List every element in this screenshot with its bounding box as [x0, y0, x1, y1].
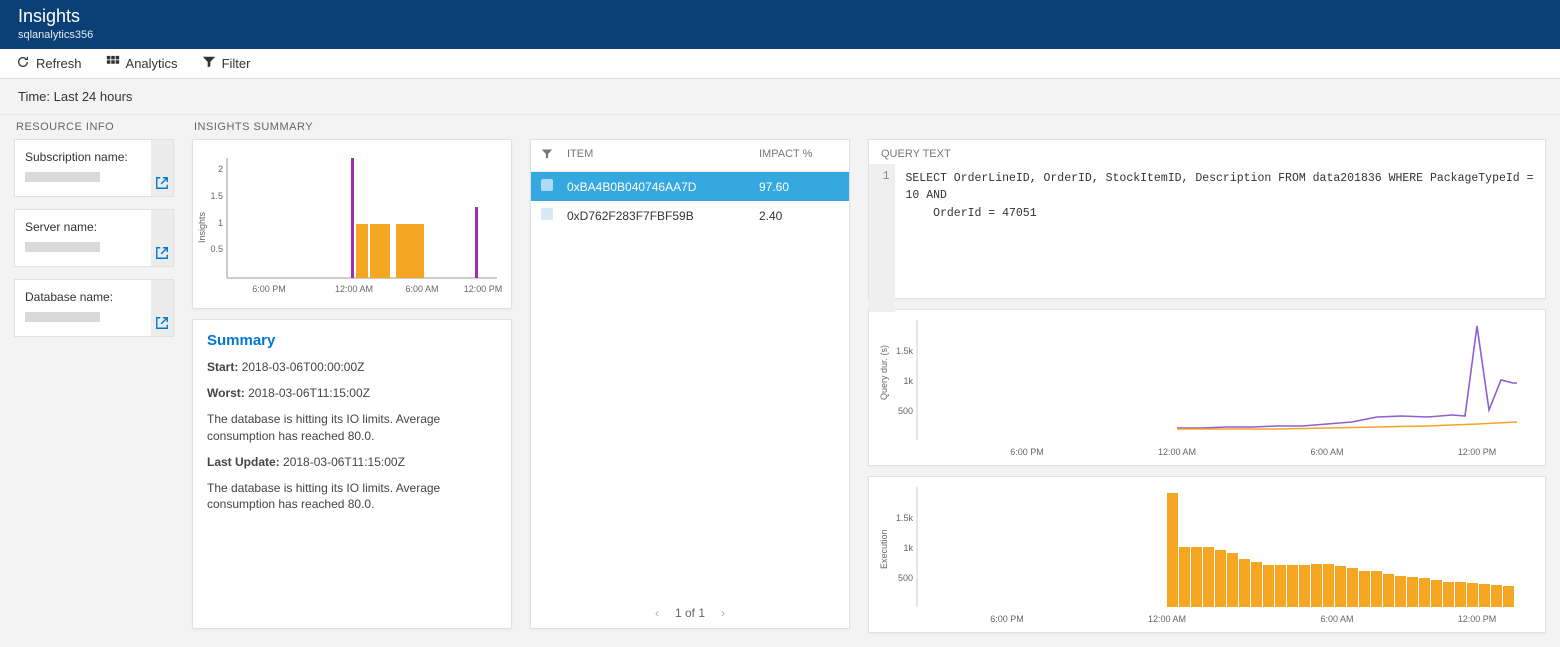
svg-text:12:00 PM: 12:00 PM	[1458, 447, 1497, 457]
refresh-label: Refresh	[36, 56, 82, 71]
insights-mini-chart: Insights 0.5 1 1.5 2 6:00 PM 12:00 AM 6:…	[192, 139, 512, 309]
popout-icon	[155, 316, 169, 330]
row-impact: 2.40	[759, 209, 839, 223]
list-row[interactable]: 0xBA4B0B040746AA7D 97.60	[531, 172, 849, 201]
lastupdate-key: Last Update:	[207, 455, 280, 469]
page-title: Insights	[18, 6, 1542, 27]
analytics-button[interactable]: Analytics	[106, 55, 178, 72]
svg-text:Insights: Insights	[197, 211, 207, 243]
page-subtitle: sqlanalytics356	[18, 29, 1542, 41]
svg-text:1.5k: 1.5k	[896, 346, 914, 356]
server-label: Server name:	[25, 220, 149, 234]
summary-card: Summary Start: 2018-03-06T00:00:00Z Wors…	[192, 319, 512, 629]
row-impact: 97.60	[759, 180, 839, 194]
row-status-icon	[541, 179, 553, 191]
subscription-card: Subscription name:	[14, 139, 174, 197]
filter-icon	[202, 55, 216, 72]
col-impact-header[interactable]: IMPACT %	[759, 148, 839, 163]
subscription-popout-button[interactable]	[151, 140, 173, 196]
start-key: Start:	[207, 360, 238, 374]
page-header: Insights sqlanalytics356	[0, 0, 1560, 49]
code-gutter: 1	[869, 164, 895, 312]
svg-text:1.5: 1.5	[210, 191, 223, 201]
list-header: ITEM IMPACT %	[531, 140, 849, 172]
database-value-redacted	[25, 312, 100, 322]
filter-label: Filter	[222, 56, 251, 71]
database-popout-button[interactable]	[151, 280, 173, 336]
svg-text:12:00 PM: 12:00 PM	[464, 284, 503, 294]
svg-text:0.5: 0.5	[210, 244, 223, 254]
server-card: Server name:	[14, 209, 174, 267]
svg-text:500: 500	[898, 406, 913, 416]
summary-body-1: The database is hitting its IO limits. A…	[207, 411, 497, 443]
server-popout-button[interactable]	[151, 210, 173, 266]
database-label: Database name:	[25, 290, 149, 304]
svg-text:6:00 PM: 6:00 PM	[252, 284, 286, 294]
toolbar: Refresh Analytics Filter	[0, 49, 1560, 79]
svg-text:2: 2	[218, 164, 223, 174]
svg-text:Execution: Execution	[879, 529, 889, 569]
filter-icon[interactable]	[541, 151, 553, 163]
worst-value: 2018-03-06T11:15:00Z	[248, 386, 370, 400]
worst-key: Worst:	[207, 386, 245, 400]
svg-text:1k: 1k	[903, 543, 913, 553]
svg-text:6:00 PM: 6:00 PM	[1010, 447, 1044, 457]
svg-text:1.5k: 1.5k	[896, 513, 914, 523]
start-value: 2018-03-06T00:00:00Z	[242, 360, 365, 374]
subscription-label: Subscription name:	[25, 150, 149, 164]
svg-text:6:00 AM: 6:00 AM	[1320, 614, 1353, 624]
database-card: Database name:	[14, 279, 174, 337]
execution-chart: Execution 500 1k 1.5k 6:00 PM 12:00 AM 6…	[868, 476, 1546, 633]
svg-text:6:00 AM: 6:00 AM	[1310, 447, 1343, 457]
svg-text:500: 500	[898, 573, 913, 583]
svg-text:1k: 1k	[903, 376, 913, 386]
row-status-icon	[541, 208, 553, 220]
subscription-value-redacted	[25, 172, 100, 182]
popout-icon	[155, 176, 169, 190]
query-duration-chart: Query dur. (s) 500 1k 1.5k 6:00 PM 12:00…	[868, 309, 1546, 466]
list-row[interactable]: 0xD762F283F7FBF59B 2.40	[531, 201, 849, 230]
time-range-label: Time: Last 24 hours	[0, 79, 1560, 115]
server-value-redacted	[25, 242, 100, 252]
pager-prev-button[interactable]: ‹	[655, 606, 659, 620]
svg-text:12:00 PM: 12:00 PM	[1458, 614, 1497, 624]
refresh-icon	[16, 55, 30, 72]
row-id: 0xD762F283F7FBF59B	[567, 209, 759, 223]
col-item-header[interactable]: ITEM	[567, 148, 759, 163]
svg-text:12:00 AM: 12:00 AM	[335, 284, 373, 294]
insights-heading: INSIGHTS SUMMARY	[194, 121, 512, 133]
query-text-panel: QUERY TEXT 1 SELECT OrderLineID, OrderID…	[868, 139, 1546, 299]
query-code[interactable]: SELECT OrderLineID, OrderID, StockItemID…	[895, 164, 1545, 312]
pager: ‹ 1 of 1 ›	[531, 598, 849, 628]
svg-text:12:00 AM: 12:00 AM	[1158, 447, 1196, 457]
lastupdate-value: 2018-03-06T11:15:00Z	[283, 455, 405, 469]
svg-text:12:00 AM: 12:00 AM	[1148, 614, 1186, 624]
summary-title: Summary	[207, 332, 497, 349]
svg-text:Query dur. (s): Query dur. (s)	[879, 345, 889, 400]
summary-body-2: The database is hitting its IO limits. A…	[207, 480, 497, 512]
pager-next-button[interactable]: ›	[721, 606, 725, 620]
analytics-icon	[106, 55, 120, 72]
analytics-label: Analytics	[126, 56, 178, 71]
query-heading: QUERY TEXT	[869, 140, 1545, 164]
row-id: 0xBA4B0B040746AA7D	[567, 180, 759, 194]
svg-text:1: 1	[218, 218, 223, 228]
refresh-button[interactable]: Refresh	[16, 55, 82, 72]
resource-info-heading: RESOURCE INFO	[16, 121, 174, 133]
pager-label: 1 of 1	[675, 606, 705, 620]
svg-text:6:00 PM: 6:00 PM	[990, 614, 1024, 624]
item-list-panel: ITEM IMPACT % 0xBA4B0B040746AA7D 97.60 0…	[530, 139, 850, 629]
svg-text:6:00 AM: 6:00 AM	[405, 284, 438, 294]
filter-button[interactable]: Filter	[202, 55, 251, 72]
popout-icon	[155, 246, 169, 260]
